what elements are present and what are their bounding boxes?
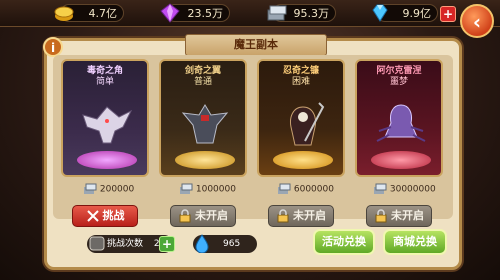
boss-card-2[interactable]: 剑奇之翼 普通 [159,59,247,177]
activity-exchange-button[interactable]: 活动兑换 [313,229,375,255]
boss-difficulty: 普通 [193,77,212,87]
boss-list: 毒奇之角 简单 剑奇之翼 普通 忍奇之镰 困难 阿尔克雷涅 噩梦 200000 … [53,55,453,227]
boss-difficulty: 简单 [95,77,114,87]
lock-icon [277,209,289,223]
boss-cost-4: 30000000 [373,183,436,197]
lock-icon [179,209,191,223]
boss-difficulty: 噩梦 [389,77,408,87]
locked-button-2[interactable]: 未开启 [170,205,236,227]
pedestal [273,151,333,169]
gold-resource: 4.7亿 [54,4,124,22]
lock-icon [375,209,387,223]
winged-knight-icon [181,104,229,144]
gold-coins-icon [54,6,74,21]
locked-button-3[interactable]: 未开启 [268,205,334,227]
bone-dragon-icon [82,106,133,144]
resource-bar: 4.7亿 23.5万 95.3万 9.9亿 + [0,0,500,27]
reaper-icon [290,102,325,146]
boss-card-3[interactable]: 忍奇之镰 困难 [257,59,345,177]
pedestal [77,151,137,169]
boss-cost-2: 1000000 [179,183,236,197]
blue-diamond-icon [372,4,388,22]
challenge-button[interactable]: 挑战 [72,205,138,227]
pedestal [175,151,235,169]
boss-cost-3: 6000000 [277,183,334,197]
boss-dungeon-panel: i 魔王副本 毒奇之角 简单 剑奇之翼 普通 忍奇之镰 困难 阿尔克雷涅 噩梦 … [43,34,462,270]
silver-coins-icon [267,5,287,21]
water-drop-icon [195,234,209,253]
boss-difficulty: 困难 [291,77,310,87]
purple-gem-icon [160,3,180,23]
boss-cost-1: 200000 [83,183,134,197]
crossed-swords-icon [86,210,99,222]
helmet-icon [89,236,105,251]
spider-queen-icon [376,104,426,142]
boss-card-4[interactable]: 阿尔克雷涅 噩梦 [355,59,443,177]
locked-button-4[interactable]: 未开启 [366,205,432,227]
silver-resource: 95.3万 [267,4,336,22]
shop-exchange-button[interactable]: 商城兑换 [383,229,447,255]
silver-coins-icon [84,183,97,194]
diamond-resource: 9.9亿 [372,4,438,22]
silver-coins-icon [278,183,291,194]
water-count-chip: 965 [193,234,257,253]
purple-gem-resource: 23.5万 [160,3,230,23]
add-challenge-button[interactable]: + [159,236,175,252]
info-button[interactable]: i [43,37,63,57]
add-diamond-button[interactable]: + [440,6,456,22]
panel-title: 魔王副本 [185,34,327,56]
silver-coins-icon [180,183,193,194]
boss-card-1[interactable]: 毒奇之角 简单 [61,59,149,177]
bottom-bar: 挑战次数 2 + 965 活动兑换 商城兑换 [53,225,453,265]
back-button[interactable]: ‹ [460,4,494,38]
pedestal [371,151,431,169]
silver-coins-icon [374,183,387,194]
